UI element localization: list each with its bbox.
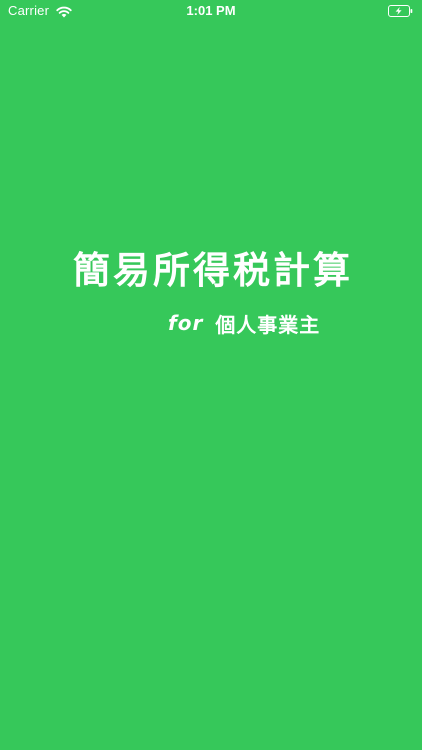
battery-charging-icon	[388, 5, 413, 17]
app-subtitle: for 個人事業主	[168, 308, 320, 338]
status-time: 1:01 PM	[186, 3, 236, 18]
subtitle-target-label: 個人事業主	[215, 312, 321, 337]
subtitle-for-label: for	[168, 311, 204, 335]
splash-screen: { "status_bar": { "carrier": "Carrier", …	[0, 0, 422, 750]
status-bar: Carrier 1:01 PM	[0, 0, 422, 22]
app-title: 簡易所得税計算	[73, 249, 353, 292]
